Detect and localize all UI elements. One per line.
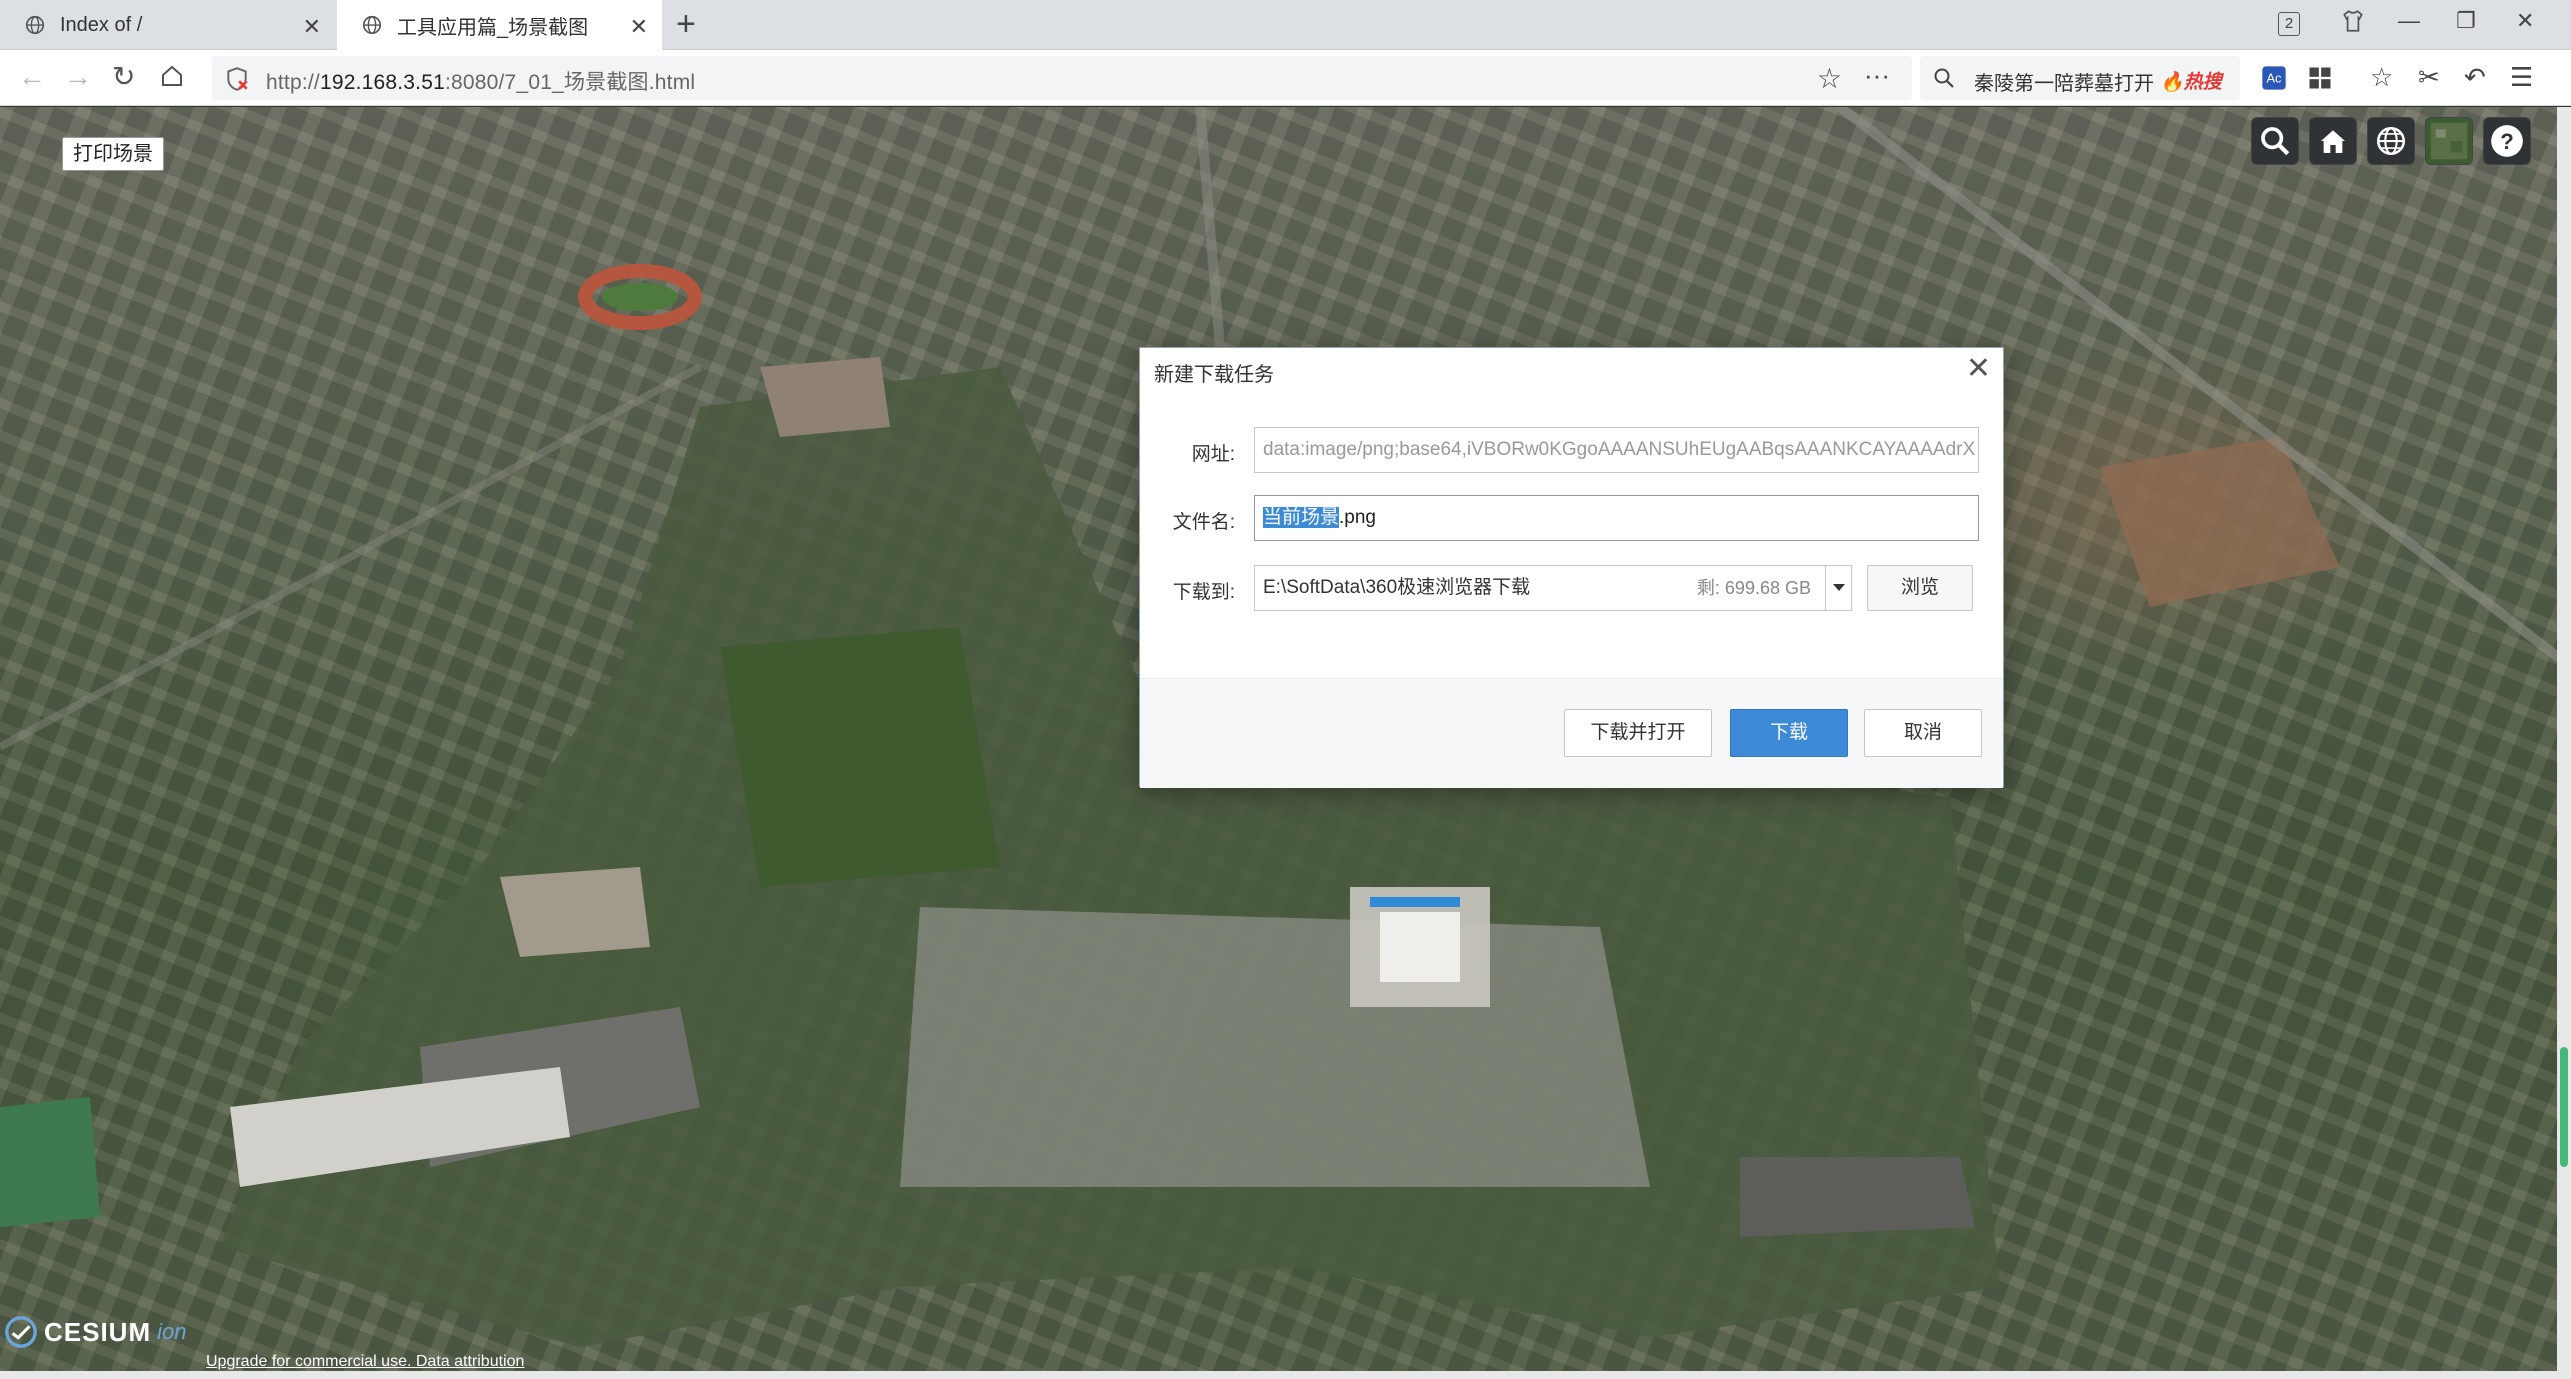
minimize-button[interactable]: — [2398,8,2420,34]
scrollbar-thumb[interactable] [2560,1047,2568,1167]
url-text: http://192.168.3.51:8080/7_01_场景截图.html [266,71,696,94]
forward-icon[interactable]: → [64,62,92,92]
tab-title: Index of / [60,13,143,36]
credits: Upgrade for commercial use. Data attribu… [206,1353,524,1371]
horizontal-scrollbar[interactable] [0,1371,2571,1379]
home-view-button[interactable] [2309,117,2357,165]
back-icon[interactable]: ← [18,62,46,92]
shirt-icon[interactable] [2340,8,2366,40]
close-icon[interactable]: ✕ [303,14,321,40]
restore-button[interactable]: ❐ [2456,8,2476,34]
search-icon [1934,68,1954,88]
cesium-logo-icon [5,1316,37,1348]
star-icon[interactable]: ☆ [1817,62,1842,95]
dialog-title: 新建下载任务 [1154,364,1274,386]
window-badge-icon[interactable]: 2 [2278,8,2300,36]
home-icon[interactable] [160,64,184,94]
menu-icon[interactable]: ☰ [2510,62,2533,92]
base-layer-picker-button[interactable] [2425,117,2473,165]
close-icon[interactable]: ✕ [630,14,648,40]
filename-field[interactable]: 当前场景.png [1254,495,1979,541]
new-tab-button[interactable]: + [676,6,696,42]
address-bar[interactable]: http://192.168.3.51:8080/7_01_场景截图.html … [212,56,1912,100]
filename-extension: .png [1339,507,1376,528]
upgrade-link[interactable]: Upgrade for commercial use. [206,1353,411,1370]
path-dropdown-button[interactable] [1826,565,1852,611]
tab-scene-screenshot[interactable]: 工具应用篇_场景截图 ✕ [337,0,662,50]
ext-icon[interactable]: Ac [2260,64,2288,92]
globe-icon [2376,126,2406,156]
download-and-open-button[interactable]: 下载并打开 [1564,709,1712,757]
help-button[interactable]: ? [2483,117,2531,165]
close-icon[interactable]: ✕ [1966,354,1991,384]
data-attribution-link[interactable]: Data attribution [416,1353,525,1370]
url-field[interactable]: data:image/png;base64,iVBORw0KGgoAAAANSU… [1254,427,1979,473]
browser-toolbar: ← → ↻ http://192.168.3.51:8080/7_01_场景截图… [0,50,2571,106]
help-icon: ? [2491,125,2523,157]
geocoder-button[interactable] [2251,117,2299,165]
more-icon[interactable]: ··· [1864,60,1890,91]
download-button[interactable]: 下载 [1730,709,1848,757]
search-box[interactable]: 秦陵第一陪葬墓打开 🔥热搜 [1920,56,2240,100]
tab-bar: Index of / ✕ 工具应用篇_场景截图 ✕ + 2 — ❐ ✕ [0,0,2571,50]
ion-logo-text: ion [157,1319,187,1344]
favorites-icon[interactable]: ☆ [2370,62,2393,92]
cesium-toolbar: ? [2251,117,2531,165]
cancel-button[interactable]: 取消 [1864,709,1982,757]
new-download-dialog: 新建下载任务 ✕ 网址: data:image/png;base64,iVBOR… [1139,347,2004,788]
window-count: 2 [2278,12,2300,36]
scene-mode-button[interactable] [2367,117,2415,165]
chevron-down-icon [1832,584,1845,591]
shield-warning-icon [227,67,248,91]
globe-icon [25,15,45,35]
save-path-text: E:\SoftData\360极速浏览器下载 [1263,577,1531,598]
filename-selection: 当前场景 [1263,507,1340,528]
tab-title: 工具应用篇_场景截图 [397,16,589,39]
close-window-button[interactable]: ✕ [2516,8,2534,34]
free-space-text: 剩: 699.68 GB [1696,578,1811,598]
filename-label: 文件名: [1172,512,1235,533]
save-to-label: 下载到: [1172,582,1235,603]
print-scene-button[interactable]: 打印场景 [62,137,164,171]
search-icon [2261,127,2290,156]
save-path-field[interactable]: E:\SoftData\360极速浏览器下载 剩: 699.68 GB [1254,565,1826,611]
url-label: 网址: [1191,444,1235,465]
home-icon [2321,130,2345,153]
hot-badge: 🔥热搜 [2160,72,2222,93]
vertical-scrollbar[interactable] [2557,107,2571,1379]
cesium-ion-logo[interactable]: CESIUM ion [4,1315,186,1349]
reload-icon[interactable]: ↻ [112,62,135,92]
browse-button[interactable]: 浏览 [1867,565,1973,611]
cesium-logo-text: CESIUM [44,1316,152,1347]
svg-text:?: ? [2500,129,2514,154]
undo-icon[interactable]: ↶ [2464,62,2486,92]
hot-search-text: 秦陵第一陪葬墓打开 [1974,73,2154,95]
globe-icon [362,15,382,35]
imagery-thumbnail-icon [2430,122,2468,160]
apps-grid-icon[interactable] [2306,64,2334,92]
svg-text:Ac: Ac [2267,71,2283,86]
scissors-icon[interactable]: ✂ [2418,62,2440,92]
tab-index[interactable]: Index of / ✕ [0,0,335,50]
